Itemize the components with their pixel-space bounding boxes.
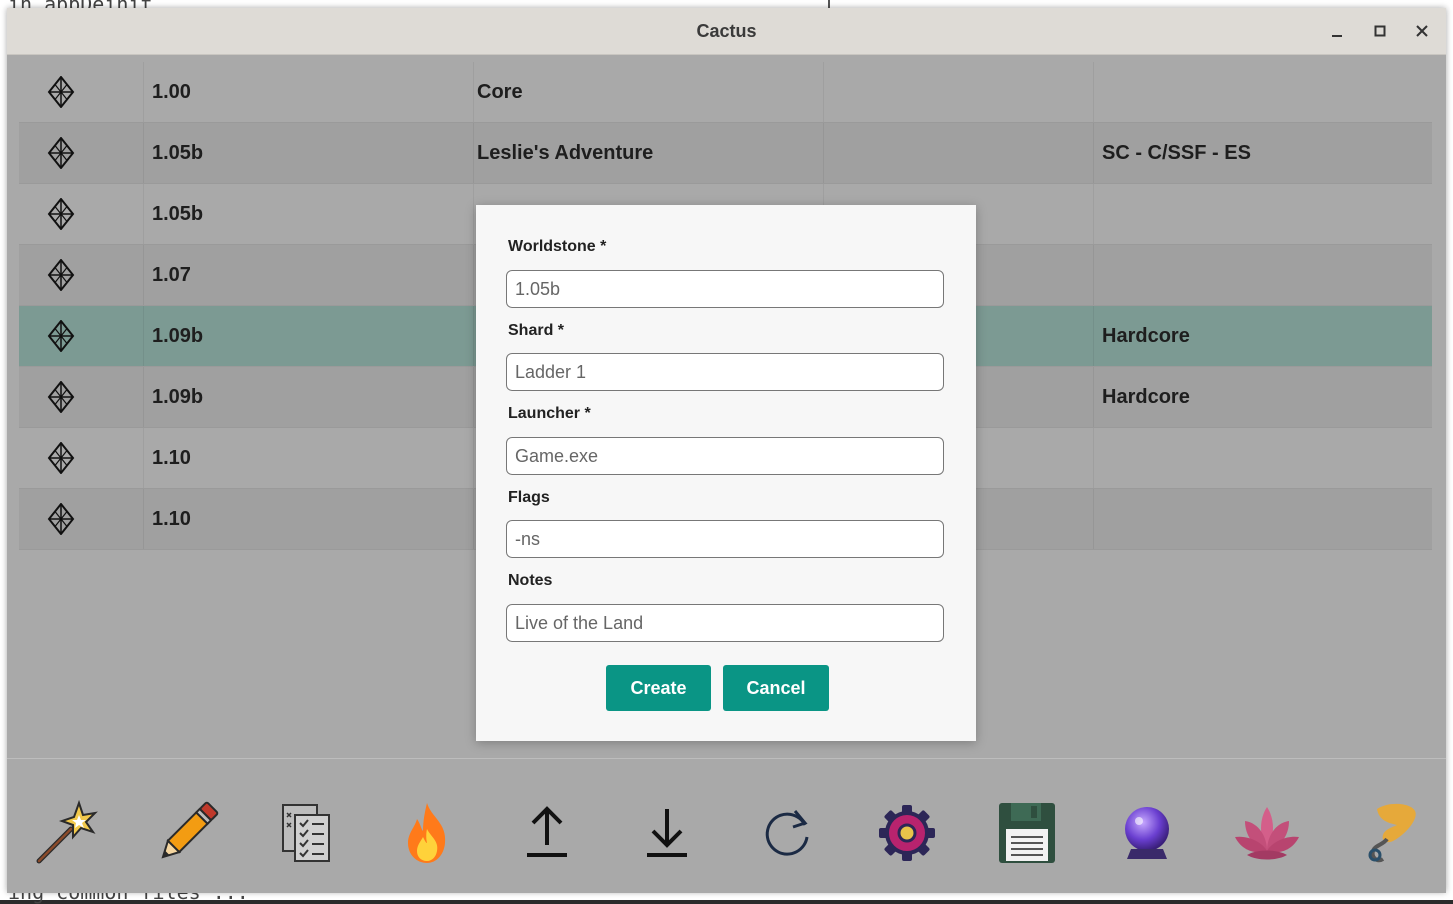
upload-icon — [527, 806, 567, 857]
hook-button[interactable] — [1353, 799, 1421, 867]
worldstone-icon — [47, 441, 75, 475]
floppy-disk-icon — [999, 803, 1055, 863]
gear-icon — [879, 805, 935, 861]
mode-cell: SC - C/SSF - ES — [1102, 142, 1251, 164]
version-cell: 1.07 — [152, 264, 191, 286]
version-cell: 1.09b — [152, 386, 204, 408]
crystal-ball-button[interactable] — [1113, 799, 1181, 867]
create-button[interactable]: Create — [606, 665, 711, 711]
table-row[interactable]: 1.05b Leslie's Adventure SC - C/SSF - ES — [19, 123, 1432, 184]
minimize-icon — [1332, 35, 1342, 37]
worldstone-label: Worldstone * — [508, 238, 607, 255]
worldstone-icon — [47, 258, 75, 292]
download-button[interactable] — [633, 799, 701, 867]
refresh-icon — [765, 810, 809, 856]
worldstone-icon — [47, 380, 75, 414]
bottom-toolbar — [7, 758, 1446, 893]
worldstone-icon — [47, 75, 75, 109]
save-button[interactable] — [993, 799, 1061, 867]
flags-field[interactable] — [506, 520, 944, 558]
name-cell: Leslie's Adventure — [477, 142, 654, 164]
version-cell: 1.10 — [152, 447, 191, 469]
launcher-label: Launcher * — [508, 405, 591, 422]
fire-icon — [408, 803, 446, 863]
crystal-ball-icon — [1125, 807, 1169, 859]
mode-cell: Hardcore — [1102, 325, 1190, 347]
window-title: Cactus — [696, 21, 757, 41]
cancel-button[interactable]: Cancel — [723, 665, 829, 711]
lotus-button[interactable] — [1233, 799, 1301, 867]
create-dialog: Worldstone * Shard * Launcher * Flags No… — [476, 205, 976, 741]
maximize-icon — [1374, 25, 1386, 37]
worldstone-field[interactable] — [506, 270, 944, 308]
name-cell: Core — [477, 81, 523, 103]
shard-field[interactable] — [506, 353, 944, 391]
notes-field[interactable] — [506, 604, 944, 642]
pencil-icon — [161, 801, 219, 859]
version-cell: 1.10 — [152, 508, 191, 530]
worldstone-icon — [47, 136, 75, 170]
title-bar[interactable]: Cactus — [7, 8, 1446, 55]
mode-cell: Hardcore — [1102, 386, 1190, 408]
worldstone-icon — [47, 197, 75, 231]
lotus-icon — [1235, 807, 1299, 860]
refresh-button[interactable] — [753, 799, 821, 867]
launcher-field[interactable] — [506, 437, 944, 475]
version-cell: 1.09b — [152, 325, 204, 347]
checklist-button[interactable] — [273, 799, 341, 867]
flags-label: Flags — [508, 489, 550, 506]
worldstone-icon — [47, 319, 75, 353]
settings-button[interactable] — [873, 799, 941, 867]
upload-button[interactable] — [513, 799, 581, 867]
edit-button[interactable] — [153, 799, 221, 867]
maximize-button[interactable] — [1368, 19, 1392, 43]
magic-wand-button[interactable] — [33, 799, 101, 867]
hook-icon — [1368, 803, 1416, 863]
version-cell: 1.05b — [152, 203, 204, 225]
magic-wand-icon — [36, 799, 98, 864]
checklist-icon — [282, 804, 330, 862]
worldstone-icon — [47, 502, 75, 536]
minimize-button[interactable] — [1325, 19, 1349, 43]
close-icon — [1416, 25, 1428, 37]
shard-label: Shard * — [508, 322, 565, 339]
notes-label: Notes — [508, 572, 553, 589]
download-icon — [647, 809, 687, 857]
version-cell: 1.00 — [152, 81, 191, 103]
close-button[interactable] — [1410, 19, 1434, 43]
version-cell: 1.05b — [152, 142, 204, 164]
fire-button[interactable] — [393, 799, 461, 867]
app-window: Cactus 1.00 Core 1.05b Leslie's Adventure SC… — [7, 8, 1446, 893]
table-row[interactable]: 1.00 Core — [19, 62, 1432, 123]
